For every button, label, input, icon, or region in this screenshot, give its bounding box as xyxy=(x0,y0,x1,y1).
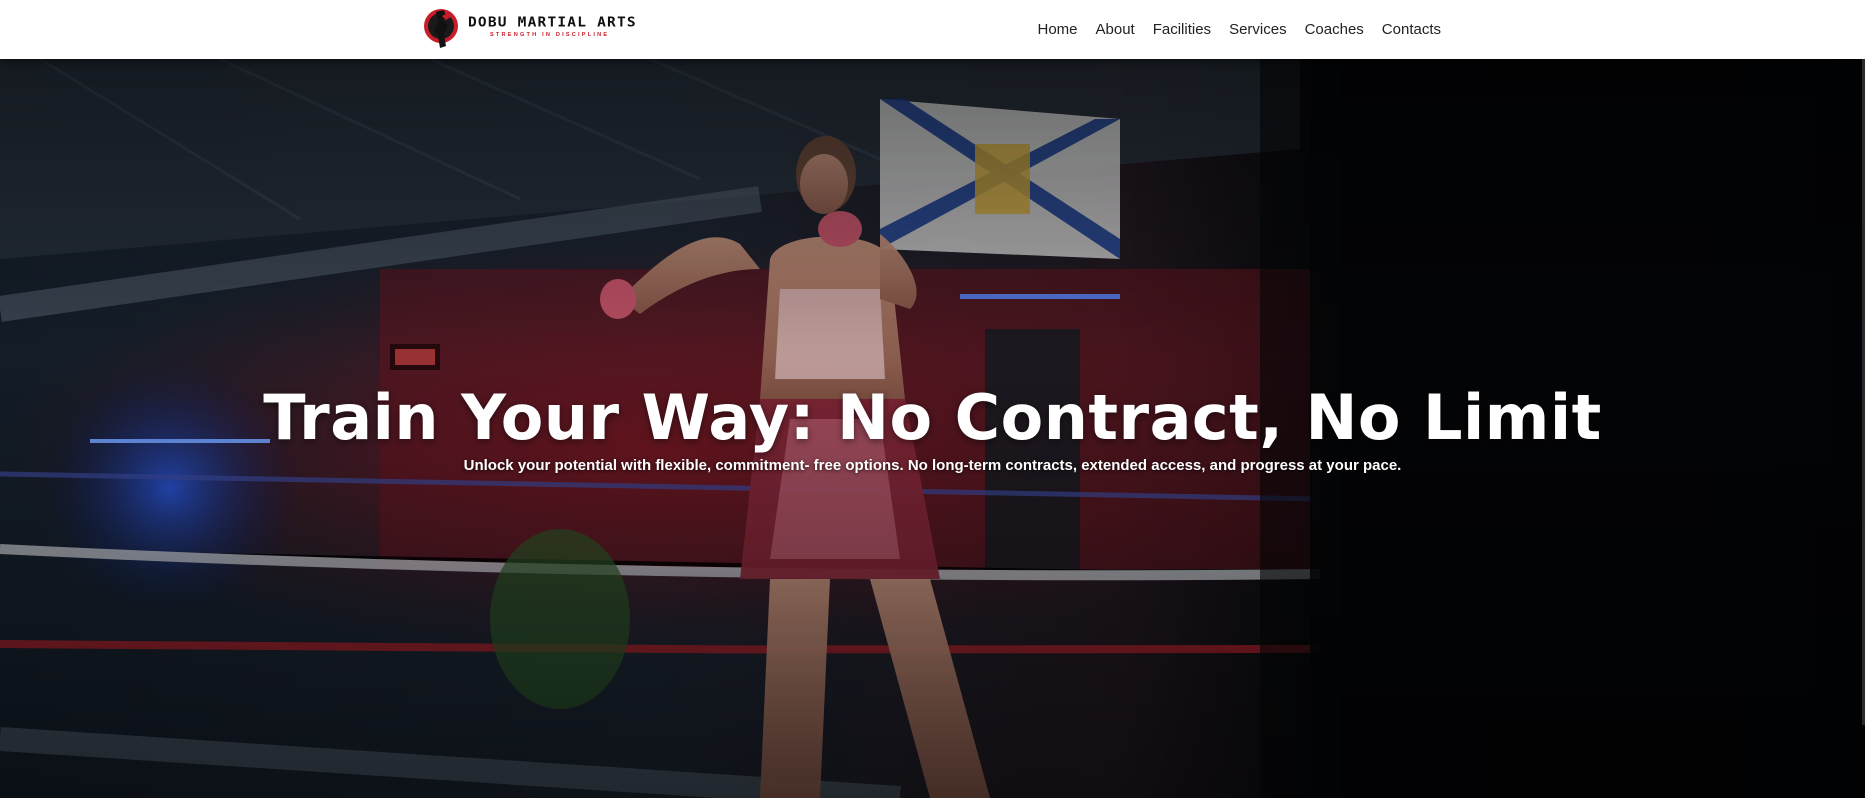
nav-link-home[interactable]: Home xyxy=(1037,21,1077,38)
hero-section: Train Your Way: No Contract, No Limit Un… xyxy=(0,59,1865,798)
nav-link-services[interactable]: Services xyxy=(1229,21,1287,38)
nav-link-about[interactable]: About xyxy=(1096,21,1135,38)
hero-subtitle: Unlock your potential with flexible, com… xyxy=(463,457,1402,474)
hero-copy: Train Your Way: No Contract, No Limit Un… xyxy=(0,59,1865,798)
nav-link-facilities[interactable]: Facilities xyxy=(1153,21,1211,38)
nav-link-contacts[interactable]: Contacts xyxy=(1382,21,1441,38)
brand-name: DOBU MARTIAL ARTS xyxy=(468,15,637,31)
logo-text: DOBU MARTIAL ARTS STRENGTH IN DISCIPLINE xyxy=(468,15,637,39)
main-nav: Home About Facilities Services Coaches C… xyxy=(1037,0,1441,58)
fighter-logo-icon xyxy=(424,9,458,48)
brand-tagline: STRENGTH IN DISCIPLINE xyxy=(490,32,610,38)
nav-link-coaches[interactable]: Coaches xyxy=(1305,21,1364,38)
hero-title: Train Your Way: No Contract, No Limit xyxy=(263,381,1602,454)
site-header: DOBU MARTIAL ARTS STRENGTH IN DISCIPLINE… xyxy=(0,0,1865,59)
logo[interactable]: DOBU MARTIAL ARTS STRENGTH IN DISCIPLINE xyxy=(422,4,637,50)
